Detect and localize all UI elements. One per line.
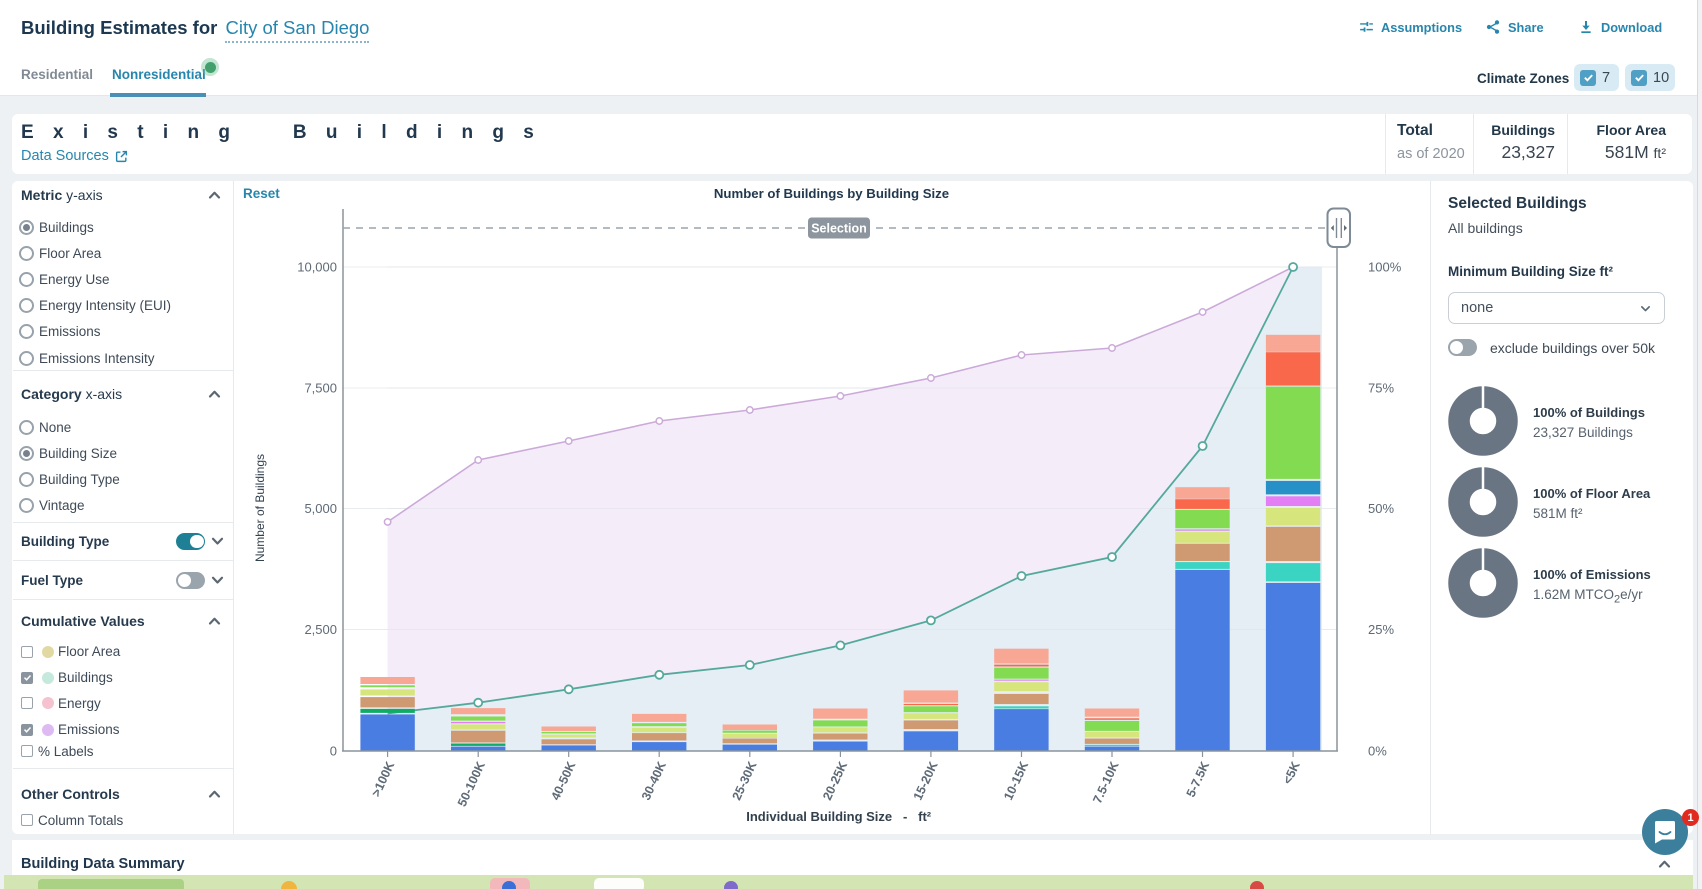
svg-text:50%: 50% bbox=[1368, 501, 1394, 516]
svg-text:7,500: 7,500 bbox=[304, 381, 337, 396]
svg-text:30-40K: 30-40K bbox=[639, 759, 669, 802]
svg-text:10-15K: 10-15K bbox=[1001, 759, 1031, 802]
svg-text:0%: 0% bbox=[1368, 744, 1387, 759]
svg-text:0: 0 bbox=[330, 744, 337, 759]
svg-text:100%: 100% bbox=[1368, 260, 1402, 275]
svg-text:>100K: >100K bbox=[369, 759, 397, 799]
svg-text:5-7.5K: 5-7.5K bbox=[1184, 759, 1213, 799]
svg-text:25%: 25% bbox=[1368, 622, 1394, 637]
svg-text:25-30K: 25-30K bbox=[730, 759, 760, 802]
svg-text:Number of Buildings: Number of Buildings bbox=[253, 454, 267, 562]
svg-text:Individual Building Size -: Individual Building Size - ft² bbox=[746, 809, 932, 824]
svg-text:10,000: 10,000 bbox=[297, 260, 337, 275]
svg-text:7.5-10K: 7.5-10K bbox=[1090, 759, 1121, 805]
svg-text:20-25K: 20-25K bbox=[820, 759, 850, 802]
svg-text:Selection: Selection bbox=[811, 222, 867, 236]
svg-text:5,000: 5,000 bbox=[304, 501, 337, 516]
svg-text:75%: 75% bbox=[1368, 381, 1394, 396]
svg-text:50-100K: 50-100K bbox=[455, 759, 488, 808]
svg-text:<5K: <5K bbox=[1280, 759, 1303, 786]
svg-text:40-50K: 40-50K bbox=[548, 759, 578, 802]
svg-text:2,500: 2,500 bbox=[304, 622, 337, 637]
svg-text:15-20K: 15-20K bbox=[911, 759, 941, 802]
